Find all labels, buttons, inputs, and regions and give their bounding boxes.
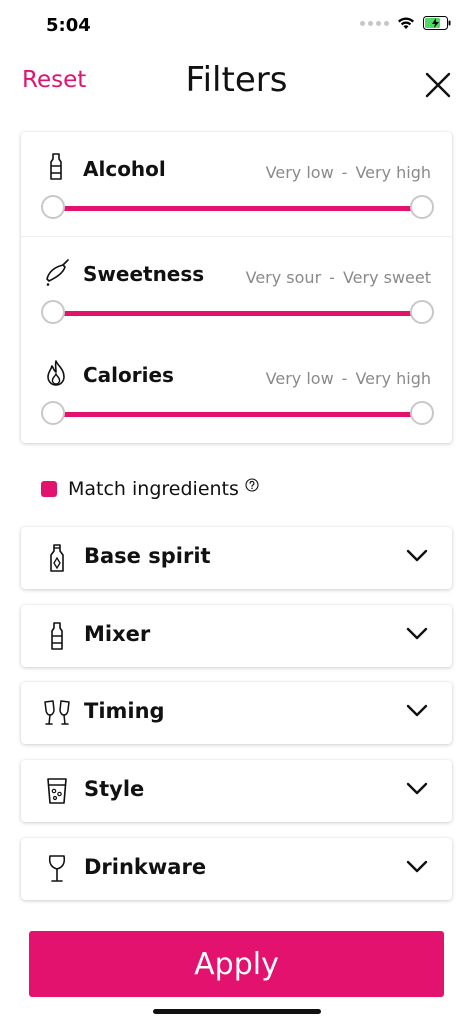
chevron-down-icon[interactable] bbox=[406, 627, 428, 641]
slider-label: Alcohol bbox=[83, 157, 166, 181]
slider-max-label: Very high bbox=[355, 369, 431, 388]
spirit-bottle-icon bbox=[50, 544, 64, 572]
section-timing[interactable]: Timing bbox=[21, 682, 452, 744]
home-indicator bbox=[153, 1009, 321, 1014]
slider-label: Sweetness bbox=[83, 262, 205, 286]
slider-track bbox=[52, 206, 422, 211]
status-icons bbox=[360, 16, 451, 30]
header: Reset Filters bbox=[0, 56, 473, 114]
close-icon[interactable] bbox=[423, 70, 453, 100]
section-drinkware[interactable]: Drinkware bbox=[21, 838, 452, 900]
match-ingredients-label: Match ingredients bbox=[68, 478, 239, 500]
filters-screen: 5:04 Reset Filters Alcohol Very low - Ve… bbox=[0, 0, 473, 1024]
section-mixer[interactable]: Mixer bbox=[21, 605, 452, 667]
chevron-down-icon[interactable] bbox=[406, 549, 428, 563]
slider-range-labels: Very low - Very high bbox=[266, 163, 431, 182]
help-icon[interactable] bbox=[245, 478, 259, 492]
cheers-glasses-icon bbox=[44, 700, 70, 725]
status-time: 5:04 bbox=[46, 15, 91, 36]
section-base-spirit[interactable]: Base spirit bbox=[21, 527, 452, 589]
slider-track bbox=[52, 311, 422, 316]
range-separator: - bbox=[329, 268, 335, 287]
section-style[interactable]: Style bbox=[21, 760, 452, 822]
slider-calories: Calories Very low - Very high bbox=[21, 338, 452, 441]
section-label: Base spirit bbox=[84, 544, 211, 568]
section-label: Style bbox=[84, 777, 145, 801]
battery-charging-icon bbox=[423, 16, 451, 30]
slider-track bbox=[52, 412, 422, 417]
range-separator: - bbox=[341, 163, 348, 182]
slider-alcohol: Alcohol Very low - Very high bbox=[21, 132, 452, 235]
slider-max-knob[interactable] bbox=[410, 195, 434, 219]
slider-min-knob[interactable] bbox=[41, 401, 65, 425]
section-label: Mixer bbox=[84, 622, 151, 646]
slider-max-knob[interactable] bbox=[410, 300, 434, 324]
wine-glass-icon bbox=[48, 855, 66, 882]
wifi-icon bbox=[398, 17, 414, 29]
range-separator: - bbox=[341, 369, 348, 388]
section-label: Drinkware bbox=[84, 855, 207, 879]
chevron-down-icon[interactable] bbox=[406, 704, 428, 718]
apply-button[interactable]: Apply bbox=[29, 931, 444, 997]
match-ingredients-checkbox[interactable] bbox=[41, 481, 57, 497]
slider-sweetness: Sweetness Very sour - Very sweet bbox=[21, 236, 452, 339]
slider-max-knob[interactable] bbox=[410, 401, 434, 425]
page-title: Filters bbox=[185, 60, 288, 100]
flame-icon bbox=[47, 360, 65, 386]
slider-max-label: Very sweet bbox=[342, 268, 431, 287]
taste-sliders-card: Alcohol Very low - Very high Sweetness Ver… bbox=[21, 132, 452, 443]
slider-label: Calories bbox=[83, 363, 174, 387]
match-ingredients-toggle[interactable]: Match ingredients bbox=[41, 474, 259, 504]
chevron-down-icon[interactable] bbox=[406, 782, 428, 796]
fizzy-glass-icon bbox=[47, 778, 67, 804]
slider-min-label: Very low bbox=[265, 163, 334, 182]
slider-min-knob[interactable] bbox=[41, 195, 65, 219]
section-label: Timing bbox=[84, 699, 165, 723]
status-bar: 5:04 bbox=[0, 0, 473, 50]
slider-min-label: Very sour bbox=[245, 268, 322, 287]
slider-range-labels: Very low - Very high bbox=[266, 369, 431, 388]
slider-max-label: Very high bbox=[355, 163, 431, 182]
signal-dots-icon bbox=[360, 20, 389, 26]
bottle-icon bbox=[50, 153, 62, 180]
sweetness-icon bbox=[46, 259, 69, 286]
slider-min-knob[interactable] bbox=[41, 300, 65, 324]
slider-min-label: Very low bbox=[265, 369, 334, 388]
slider-range-labels: Very sour - Very sweet bbox=[246, 268, 431, 287]
mixer-bottle-icon bbox=[51, 622, 63, 650]
chevron-down-icon[interactable] bbox=[406, 860, 428, 874]
